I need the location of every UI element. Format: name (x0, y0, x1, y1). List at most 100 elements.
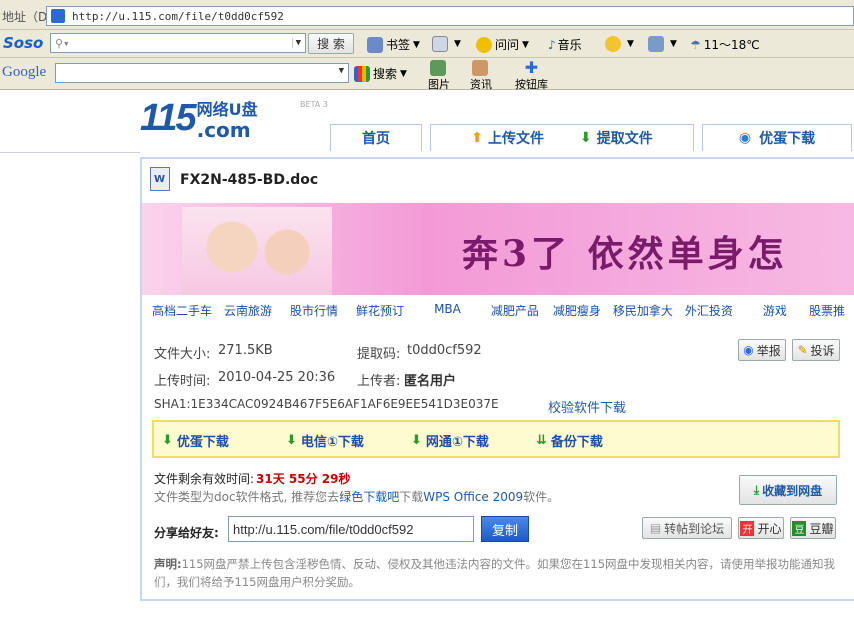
chevron-down-icon[interactable]: ▼ (339, 66, 344, 80)
down-arrow-icon: ⬇ (411, 433, 422, 448)
up-arrow-icon: ⬆ (471, 130, 483, 146)
nav-vip[interactable]: ◉ 优蛋下载 (702, 124, 852, 151)
soso-search-input[interactable]: ⚲▾ ▼ (50, 33, 306, 53)
code-value: t0dd0cf592 (407, 343, 482, 358)
report-button[interactable]: ◉ 举报 (738, 339, 786, 361)
soso-logo: Soso (3, 34, 44, 52)
keyword-link[interactable]: 云南旅游 (224, 302, 272, 319)
smiley-button[interactable]: ▼ (605, 36, 634, 52)
download-backup[interactable]: ⇊ 备份下载 (536, 431, 603, 450)
keyword-link[interactable]: 移民加拿大 (613, 302, 673, 319)
google-logo: Google (2, 64, 47, 80)
mail-button[interactable]: ▼ (432, 36, 461, 52)
collect-button[interactable]: ⤓ 收藏到网盘 (739, 475, 837, 505)
news-icon (471, 60, 488, 76)
down-arrow-icon: ⬇ (580, 130, 592, 146)
ad-banner[interactable]: 奔3了 依然单身怎 (142, 203, 854, 295)
ask-button[interactable]: 问问 ▼ (476, 36, 529, 53)
doc-icon: ▤ (649, 521, 662, 535)
green-download-link[interactable]: 绿色下载吧 (339, 490, 399, 504)
bookmark-icon (367, 36, 383, 53)
keyword-link[interactable]: 高档二手车 (152, 302, 212, 319)
nav-fetch[interactable]: ⬇ 提取文件 (580, 128, 653, 148)
down-arrow-icon: ⬇ (162, 433, 173, 448)
keyword-link[interactable]: 股票推 (809, 302, 845, 319)
keyword-link[interactable]: 股市行情 (290, 302, 338, 319)
keyword-link[interactable]: 游戏 (763, 302, 787, 319)
double-down-icon: ⇊ (536, 433, 547, 448)
douban-button[interactable]: 豆豆瓣 (790, 517, 836, 539)
images-button[interactable]: 图片 (428, 60, 450, 92)
word-doc-icon: W (150, 167, 170, 191)
site-logo[interactable]: 115 网络U盘 .com (140, 96, 258, 140)
share-url-input[interactable]: http://u.115.com/file/t0dd0cf592 (228, 516, 474, 542)
time-value: 2010-04-25 20:36 (218, 370, 336, 385)
kaixin-button[interactable]: 开开心 (738, 517, 784, 539)
sha1-value: SHA1:1E334CAC0924B467F5E6AF1AF6E9EE541D3… (154, 397, 499, 411)
google-toolbar: Google ▼ 搜索 ▼ 图片 资讯 ✚ 按钮库 (0, 58, 854, 92)
page-icon (51, 9, 65, 23)
eye-icon: ◉ (743, 343, 754, 357)
google-search-button[interactable]: 搜索 ▼ (354, 65, 407, 82)
size-value: 271.5KB (218, 343, 273, 358)
verify-link[interactable]: 校验软件下载 (548, 397, 626, 416)
time-label: 上传时间: (154, 374, 211, 389)
banner-couple-image (182, 207, 332, 295)
complain-button[interactable]: ✎ 投诉 (792, 339, 840, 361)
disclaimer: 声明:115网盘严禁上传包含淫秽色情、反动、侵权及其他违法内容的文件。如果您在1… (154, 557, 836, 589)
cart-button[interactable]: ▼ (648, 36, 677, 52)
download-telecom[interactable]: ⬇ 电信①下载 (286, 431, 364, 450)
remaining-value: 31天 55分 29秒 (256, 472, 351, 486)
soso-toolbar: Soso ⚲▾ ▼ 搜 索 书签 ▼ ▼ 问问 ▼ ♪ 音乐 ▼ ▼ ☂ 11～18℃ (0, 30, 854, 58)
download-box: ⬇ 优蛋下载 ⬇ 电信①下载 ⬇ 网通①下载 ⇊ 备份下载 (152, 420, 840, 458)
weather-button[interactable]: ☂ 11～18℃ (690, 36, 760, 53)
music-note-icon: ♪ (548, 37, 556, 52)
address-input[interactable]: http://u.115.com/file/t0dd0cf592 (46, 6, 854, 26)
chevron-down-icon[interactable]: ▼ (291, 38, 301, 48)
keyword-link[interactable]: MBA (434, 302, 461, 319)
copy-button[interactable]: 复制 (481, 516, 529, 542)
download-tray-icon: ⤓ (753, 482, 760, 497)
forum-button[interactable]: ▤ 转帖到论坛 (642, 517, 732, 539)
download-netcom[interactable]: ⬇ 网通①下载 (411, 431, 489, 450)
header-line (0, 152, 140, 153)
keyword-link[interactable]: 鲜花预订 (356, 302, 404, 319)
bookmarks-button[interactable]: 书签 ▼ (367, 36, 420, 53)
soso-search-button[interactable]: 搜 索 (308, 33, 354, 54)
smiley-icon (605, 36, 621, 52)
ie-icon: ◉ (738, 130, 752, 146)
size-label: 文件大小: (154, 347, 211, 362)
weather-icon: ☂ (690, 37, 701, 52)
wps-link[interactable]: WPS Office 2009 (423, 490, 523, 504)
music-button[interactable]: ♪ 音乐 (548, 36, 582, 53)
image-icon (429, 60, 446, 76)
toolbox-button[interactable]: ✚ 按钮库 (515, 60, 548, 92)
keyword-link[interactable]: 减肥产品 (491, 302, 539, 319)
nav-home[interactable]: 首页 (330, 124, 422, 151)
filetype-note: 文件类型为doc软件格式, 推荐您去绿色下载吧下载WPS Office 2009… (154, 490, 560, 504)
google-search-input[interactable]: ▼ (55, 63, 349, 83)
kaixin-icon: 开 (740, 520, 755, 536)
uploader-value: 匿名用户 (404, 374, 457, 389)
news-button[interactable]: 资讯 (470, 60, 492, 92)
uploader-label: 上传者: (357, 374, 401, 389)
address-bar: 地址（D） http://u.115.com/file/t0dd0cf592 (0, 0, 854, 30)
keyword-links: 高档二手车 云南旅游 股市行情 鲜花预订 MBA 减肥产品 减肥瘦身 移民加拿大 外汇投资 游戏 股… (152, 302, 845, 319)
keyword-link[interactable]: 减肥瘦身 (553, 302, 601, 319)
file-panel: W FX2N-485-BD.doc 奔3了 依然单身怎 高档二手车 云南旅游 股市行… (140, 157, 854, 601)
address-url: http://u.115.com/file/t0dd0cf592 (72, 9, 284, 23)
code-label: 提取码: (357, 347, 401, 362)
banner-text: 奔3了 依然单身怎 (462, 233, 788, 275)
mail-icon (432, 36, 448, 52)
remaining-label: 文件剩余有效时间: (154, 472, 255, 486)
plus-icon: ✚ (524, 58, 539, 77)
douban-icon: 豆 (792, 520, 807, 536)
google-g-icon (354, 65, 370, 82)
download-vip[interactable]: ⬇ 优蛋下载 (162, 431, 229, 450)
magnifier-icon: ⚲▾ (55, 36, 70, 50)
beta-badge: BETA 3 (300, 100, 328, 109)
file-name: FX2N-485-BD.doc (180, 172, 319, 188)
keyword-link[interactable]: 外汇投资 (685, 302, 733, 319)
share-label: 分享给好友: (154, 526, 219, 540)
nav-upload[interactable]: ⬆ 上传文件 (471, 128, 544, 148)
